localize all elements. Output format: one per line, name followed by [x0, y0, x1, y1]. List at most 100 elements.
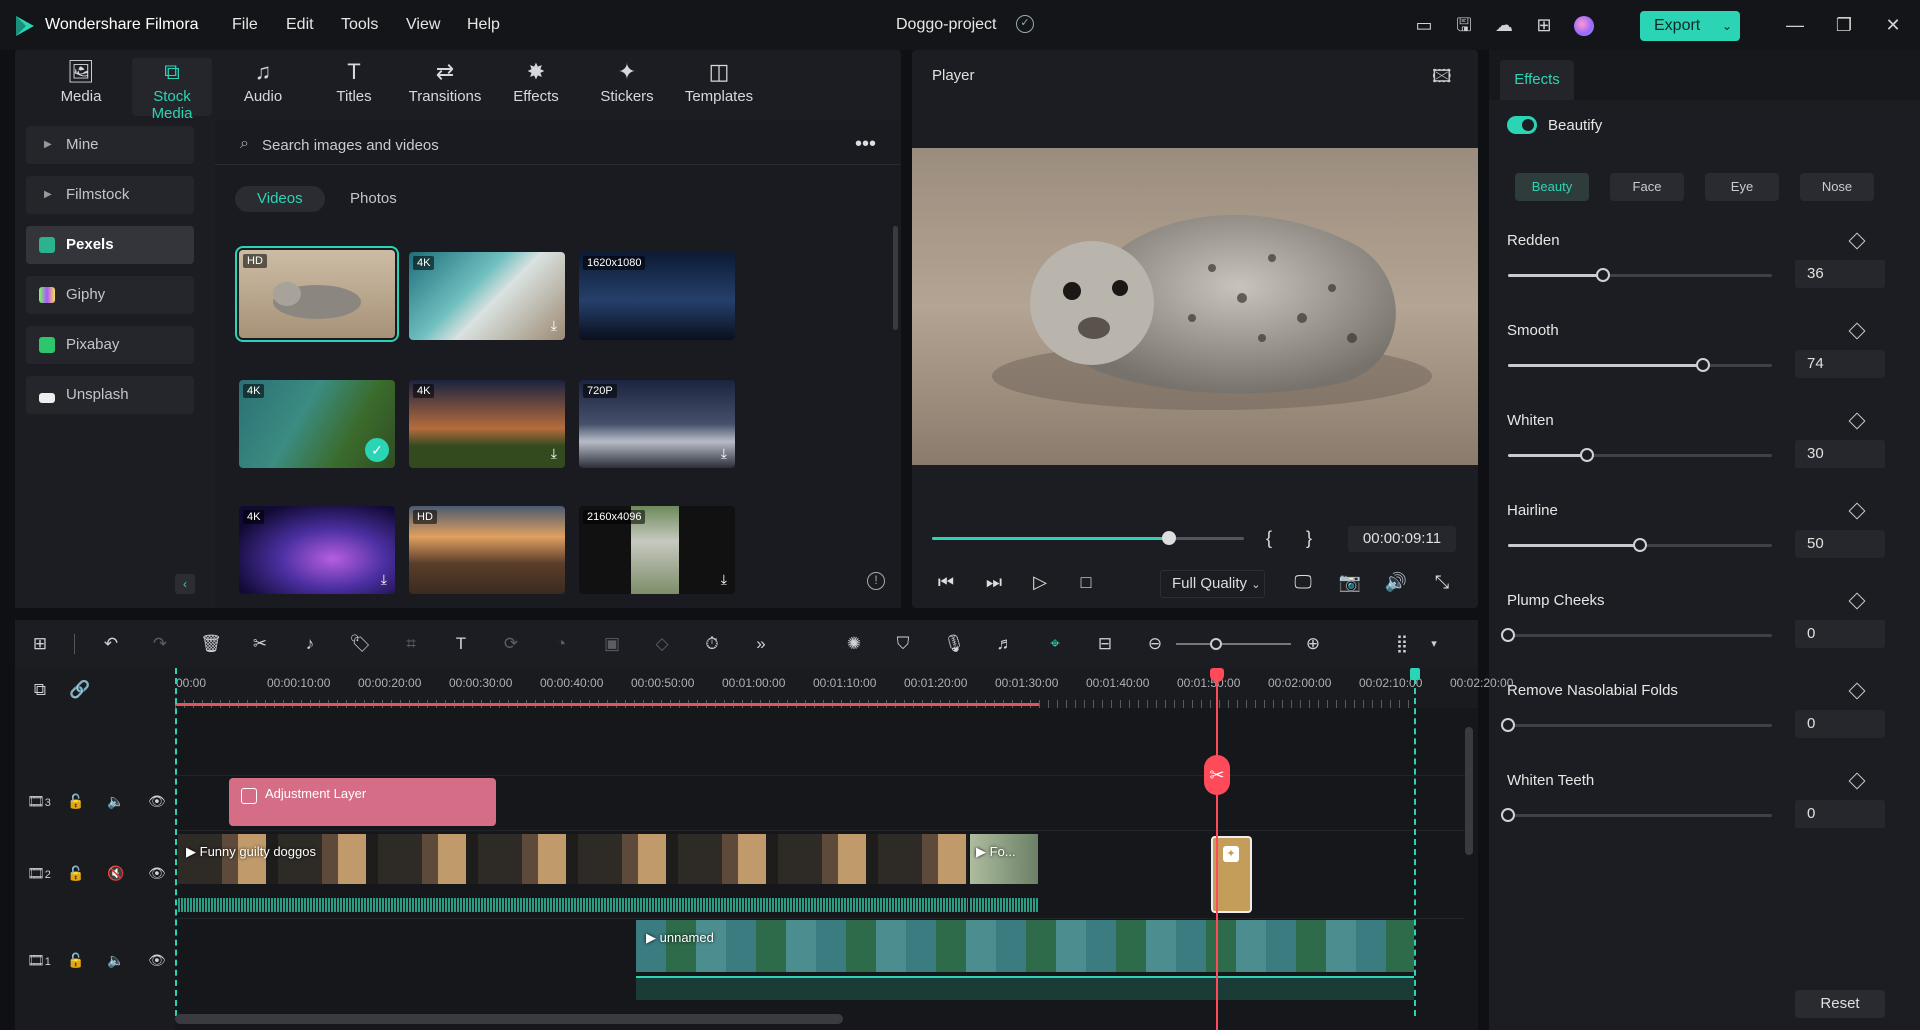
download-icon[interactable]: ⤓ — [381, 571, 387, 588]
slider-value-field[interactable]: 74 — [1795, 350, 1885, 378]
slider-knob[interactable] — [1501, 628, 1515, 642]
step-forward-icon[interactable]: ⏭ — [982, 572, 1006, 593]
beautify-toggle[interactable] — [1507, 116, 1537, 134]
fit-timeline-icon[interactable]: ⊟ — [1093, 632, 1117, 656]
lock-icon[interactable]: 🔓 — [67, 865, 84, 882]
slider-value-field[interactable]: 50 — [1795, 530, 1885, 558]
end-marker-handle[interactable] — [1410, 668, 1420, 680]
info-icon[interactable]: ! — [867, 572, 885, 590]
range-end-marker[interactable] — [1414, 668, 1416, 1016]
subtab-videos[interactable]: Videos — [235, 186, 325, 212]
collapse-panel-button[interactable]: ‹ — [175, 574, 195, 594]
more-options-icon[interactable]: ••• — [855, 133, 876, 156]
link-icon[interactable]: 🔗 — [68, 678, 92, 702]
slider-track[interactable] — [1508, 634, 1772, 637]
track-layout-icon[interactable]: ⣿ — [1390, 632, 1414, 656]
thumbnail[interactable]: 720P ⤓ — [579, 380, 735, 468]
slider-value-field[interactable]: 0 — [1795, 800, 1885, 828]
tab-transitions[interactable]: ⇄ Transitions — [405, 58, 485, 116]
render-icon[interactable]: ✺ — [842, 632, 866, 656]
thumbnail[interactable]: 4K ⤓ — [409, 252, 565, 340]
eye-icon[interactable]: 👁 — [148, 793, 166, 810]
quality-dropdown[interactable]: Full Quality ⌄ — [1160, 570, 1265, 598]
thumbnail[interactable]: 4K ✓ — [239, 380, 395, 468]
download-icon[interactable]: ⤓ — [551, 445, 557, 462]
reset-button[interactable]: Reset — [1795, 990, 1885, 1018]
source-giphy[interactable]: Giphy — [26, 276, 194, 314]
download-icon[interactable]: ⤓ — [551, 317, 557, 334]
audio-detach-icon[interactable]: ♪ — [298, 632, 322, 656]
zoom-knob[interactable] — [1210, 638, 1222, 650]
video-preview[interactable] — [912, 148, 1478, 465]
snapshot-image-icon[interactable]: 🖾 — [1432, 64, 1452, 94]
slider-value-field[interactable]: 36 — [1795, 260, 1885, 288]
subtab-photos[interactable]: Photos — [328, 186, 419, 212]
minimize-icon[interactable]: — — [1780, 12, 1810, 38]
slider-track[interactable] — [1508, 814, 1772, 817]
thumbnail[interactable]: 4K ⤓ — [409, 380, 565, 468]
rotate-icon[interactable]: ⟳ — [499, 632, 523, 656]
stop-icon[interactable]: □ — [1074, 572, 1098, 593]
source-pixabay[interactable]: Pixabay — [26, 326, 194, 364]
keyframe-icon[interactable]: ◇ — [650, 632, 674, 656]
adjustment-layer-clip[interactable]: Adjustment Layer — [229, 778, 496, 826]
slider-knob[interactable] — [1580, 448, 1594, 462]
camera-icon[interactable]: 📷 — [1338, 572, 1362, 593]
chip-eye[interactable]: Eye — [1705, 173, 1779, 201]
export-button[interactable]: Export ⌄ — [1640, 11, 1740, 41]
video-clip-funny-doggos[interactable]: ▶ Funny guilty doggos — [178, 834, 968, 884]
freeze-frame-icon[interactable]: ▣ — [600, 632, 624, 656]
layout-grid-icon[interactable]: ⊞ — [28, 632, 52, 656]
slider-value-field[interactable]: 0 — [1795, 710, 1885, 738]
marker-icon[interactable]: ⛉ — [891, 632, 915, 656]
tab-templates[interactable]: ◫ Templates — [678, 58, 760, 116]
source-mine[interactable]: ▶ Mine — [26, 126, 194, 164]
timeline-hscrollbar[interactable] — [175, 1014, 843, 1024]
color-icon[interactable]: ◔ — [549, 632, 573, 656]
microphone-icon[interactable]: 🎙 — [942, 632, 966, 656]
tab-effects-panel[interactable]: Effects — [1500, 60, 1574, 100]
chip-nose[interactable]: Nose — [1800, 173, 1874, 201]
download-icon[interactable]: ⤓ — [721, 571, 727, 588]
chip-beauty[interactable]: Beauty — [1515, 173, 1589, 201]
slider-value-field[interactable]: 0 — [1795, 620, 1885, 648]
slider-knob[interactable] — [1501, 718, 1515, 732]
play-icon[interactable]: ▷ — [1028, 572, 1052, 593]
playback-knob[interactable] — [1162, 531, 1176, 545]
menu-help[interactable]: Help — [467, 16, 500, 34]
lock-icon[interactable]: 🔓 — [67, 793, 84, 810]
thumbnail[interactable]: 1620x1080 — [579, 252, 735, 340]
chip-face[interactable]: Face — [1610, 173, 1684, 201]
eye-icon[interactable]: 👁 — [148, 952, 166, 969]
tab-audio[interactable]: ♫ Audio — [223, 58, 303, 116]
scissors-icon[interactable]: ✂ — [248, 632, 272, 656]
text-icon[interactable]: T — [449, 632, 473, 656]
eye-icon[interactable]: 👁 — [148, 865, 166, 882]
menu-edit[interactable]: Edit — [286, 16, 314, 34]
source-filmstock[interactable]: ▶ Filmstock — [26, 176, 194, 214]
save-icon[interactable]: 🖫 — [1453, 14, 1475, 36]
zoom-out-icon[interactable]: ⊖ — [1143, 632, 1167, 656]
more-tools-icon[interactable]: » — [749, 632, 773, 656]
tab-stickers[interactable]: ✦ Stickers — [587, 58, 667, 116]
slider-knob[interactable] — [1696, 358, 1710, 372]
close-icon[interactable]: ✕ — [1878, 12, 1908, 38]
redo-icon[interactable]: ↷ — [148, 632, 172, 656]
search-input[interactable] — [262, 130, 822, 160]
step-back-icon[interactable]: ⏮ — [934, 572, 958, 593]
menu-view[interactable]: View — [406, 16, 440, 34]
monitor-icon[interactable]: ▭ — [1413, 14, 1435, 36]
chevron-down-icon[interactable]: ▾ — [1422, 632, 1446, 656]
lock-icon[interactable]: 🔓 — [67, 952, 84, 969]
mark-out-button[interactable]: } — [1306, 528, 1312, 549]
volume-icon[interactable]: 🔊 — [1384, 572, 1408, 593]
source-pexels[interactable]: Pexels — [26, 226, 194, 264]
speaker-icon[interactable]: 🔈 — [107, 793, 124, 810]
tag-icon[interactable]: 🏷 — [348, 632, 372, 656]
cloud-upload-icon[interactable]: ☁ — [1493, 14, 1515, 36]
video-clip-unnamed[interactable]: ▶ unnamed — [636, 920, 1414, 972]
zoom-in-icon[interactable]: ⊕ — [1301, 632, 1325, 656]
slider-track[interactable] — [1508, 724, 1772, 727]
menu-file[interactable]: File — [232, 16, 258, 34]
tab-titles[interactable]: T Titles — [314, 58, 394, 116]
